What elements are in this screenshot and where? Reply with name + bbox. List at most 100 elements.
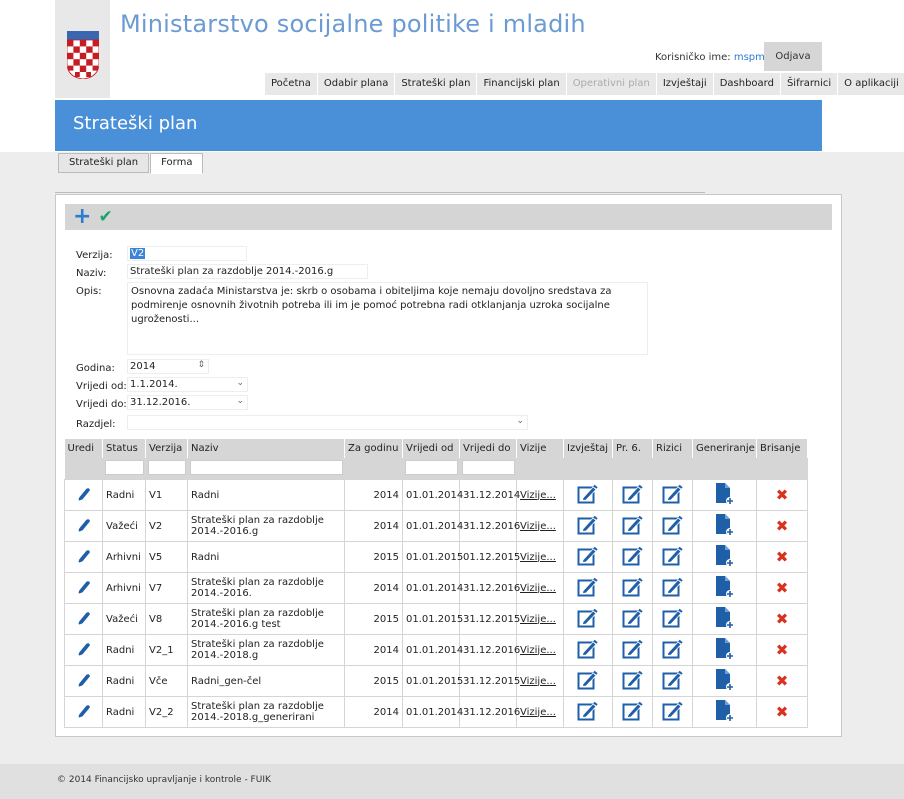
row-godina: 2014 <box>344 479 403 511</box>
generate-document-icon[interactable] <box>715 544 735 571</box>
vizije-link[interactable]: Vizije... <box>520 676 556 687</box>
nav-item-izvjestaji[interactable]: Izvještaji <box>655 73 713 95</box>
vrijedi-do-filter[interactable] <box>461 460 515 475</box>
chevron-down-icon[interactable]: ⌄ <box>236 378 244 388</box>
tab-forma[interactable]: Forma <box>150 153 204 174</box>
rizici-edit-icon[interactable] <box>662 670 684 693</box>
vrijedi-od-filter[interactable] <box>404 460 458 475</box>
razdjel-select[interactable]: ⌄ <box>127 415 528 430</box>
username[interactable]: mspm <box>734 52 765 63</box>
generate-document-icon[interactable] <box>715 668 735 695</box>
pr6-edit-icon[interactable] <box>622 670 644 693</box>
pr6-edit-icon[interactable] <box>622 639 644 662</box>
izvjestaj-edit-icon[interactable] <box>577 608 599 631</box>
table-row[interactable]: Radni V2_2 Strateški plan za razdoblje 201… <box>64 696 808 728</box>
edit-pencil-icon[interactable] <box>77 611 91 628</box>
rizici-edit-icon[interactable] <box>662 701 684 724</box>
edit-pencil-icon[interactable] <box>77 704 91 721</box>
generate-document-icon[interactable] <box>715 699 735 726</box>
edit-pencil-icon[interactable] <box>77 518 91 535</box>
nav-item-sifrarnici[interactable]: Šifrarnici <box>779 73 837 95</box>
delete-icon[interactable]: ✖ <box>776 641 789 659</box>
pr6-edit-icon[interactable] <box>622 577 644 600</box>
vizije-link[interactable]: Vizije... <box>520 583 556 594</box>
rizici-edit-icon[interactable] <box>662 484 684 507</box>
edit-pencil-icon[interactable] <box>77 642 91 659</box>
verzija-field[interactable]: V2 <box>127 246 247 261</box>
delete-icon[interactable]: ✖ <box>776 703 789 721</box>
nav-item-o-aplikaciji[interactable]: O aplikaciji <box>837 73 904 95</box>
naziv-filter[interactable] <box>189 460 343 475</box>
rizici-edit-icon[interactable] <box>662 546 684 569</box>
pr6-edit-icon[interactable] <box>622 701 644 724</box>
godina-spinner[interactable]: 2014 ⇕ <box>127 359 209 374</box>
nav-item-strateski-plan[interactable]: Strateški plan <box>394 73 476 95</box>
vizije-link[interactable]: Vizije... <box>520 552 556 563</box>
delete-icon[interactable]: ✖ <box>776 610 789 628</box>
table-row[interactable]: Radni Vče Radni_gen-čel 2015 01.01.2015 31.12… <box>64 665 808 697</box>
delete-icon[interactable]: ✖ <box>776 672 789 690</box>
vizije-link[interactable]: Vizije... <box>520 614 556 625</box>
row-status: Arhivni <box>102 572 146 604</box>
rizici-edit-icon[interactable] <box>662 639 684 662</box>
vizije-link[interactable]: Vizije... <box>520 645 556 656</box>
row-godina: 2014 <box>344 634 403 666</box>
edit-pencil-icon[interactable] <box>77 673 91 690</box>
rizici-edit-icon[interactable] <box>662 515 684 538</box>
delete-icon[interactable]: ✖ <box>776 486 789 504</box>
table-row[interactable]: Arhivni V7 Strateški plan za razdoblje 201… <box>64 572 808 604</box>
vizije-link[interactable]: Vizije... <box>520 521 556 532</box>
add-icon[interactable]: + <box>73 206 91 228</box>
table-row[interactable]: Radni V2_1 Strateški plan za razdoblje 201… <box>64 634 808 666</box>
table-row[interactable]: Važeći V8 Strateški plan za razdoblje 2014… <box>64 603 808 635</box>
table-row[interactable]: Arhivni V5 Radni 2015 01.01.2015 01.12.2015 Vi… <box>64 541 808 573</box>
nav-item-financijski-plan[interactable]: Financijski plan <box>476 73 565 95</box>
vrijedi-od-select[interactable]: 1.1.2014. ⌄ <box>127 377 248 392</box>
naziv-field[interactable]: Strateški plan za razdoblje 2014.-2016.g <box>127 264 368 279</box>
pr6-edit-icon[interactable] <box>622 515 644 538</box>
generate-document-icon[interactable] <box>715 637 735 664</box>
izvjestaj-edit-icon[interactable] <box>577 515 599 538</box>
pr6-edit-icon[interactable] <box>622 484 644 507</box>
rizici-edit-icon[interactable] <box>662 577 684 600</box>
izvjestaj-edit-icon[interactable] <box>577 670 599 693</box>
nav-item-odabir-plana[interactable]: Odabir plana <box>316 73 394 95</box>
opis-textarea[interactable]: Osnovna zadaća Ministarstva je: skrb o o… <box>127 282 648 355</box>
izvjestaj-edit-icon[interactable] <box>577 484 599 507</box>
rizici-edit-icon[interactable] <box>662 608 684 631</box>
generate-document-icon[interactable] <box>715 606 735 633</box>
delete-icon[interactable]: ✖ <box>776 579 789 597</box>
logout-button[interactable]: Odjava <box>764 42 822 71</box>
table-row[interactable]: Važeći V2 Strateški plan za razdoblje 2014… <box>64 510 808 542</box>
vizije-link[interactable]: Vizije... <box>520 707 556 718</box>
row-status: Važeći <box>102 603 146 635</box>
status-filter[interactable] <box>104 460 144 475</box>
izvjestaj-edit-icon[interactable] <box>577 701 599 724</box>
delete-icon[interactable]: ✖ <box>776 548 789 566</box>
tab-strateski-plan[interactable]: Strateški plan <box>58 153 150 173</box>
izvjestaj-edit-icon[interactable] <box>577 577 599 600</box>
generate-document-icon[interactable] <box>715 575 735 602</box>
izvjestaj-edit-icon[interactable] <box>577 639 599 662</box>
save-check-icon[interactable]: ✔ <box>98 208 112 226</box>
vrijedi-do-select[interactable]: 31.12.2016. ⌄ <box>127 395 248 410</box>
edit-pencil-icon[interactable] <box>77 487 91 504</box>
generate-document-icon[interactable] <box>715 482 735 509</box>
chevron-down-icon[interactable]: ⌄ <box>236 396 244 406</box>
nav-item-pocetna[interactable]: Početna <box>264 73 317 95</box>
spinner-arrows-icon[interactable]: ⇕ <box>197 360 205 370</box>
edit-pencil-icon[interactable] <box>77 549 91 566</box>
pr6-edit-icon[interactable] <box>622 546 644 569</box>
generate-document-icon[interactable] <box>715 513 735 540</box>
verzija-filter[interactable] <box>147 460 186 475</box>
pr6-edit-icon[interactable] <box>622 608 644 631</box>
godina-value: 2014 <box>130 361 156 372</box>
nav-item-dashboard[interactable]: Dashboard <box>712 73 780 95</box>
delete-icon[interactable]: ✖ <box>776 517 789 535</box>
edit-pencil-icon[interactable] <box>77 580 91 597</box>
table-row[interactable]: Radni V1 Radni 2014 01.01.2014 31.12.2014 Vizi… <box>64 479 808 511</box>
izvjestaj-edit-icon[interactable] <box>577 546 599 569</box>
form-panel: + ✔ Verzija: V2 Naziv: Strateški plan za… <box>55 194 842 737</box>
chevron-down-icon[interactable]: ⌄ <box>516 416 524 426</box>
vizije-link[interactable]: Vizije... <box>520 490 556 501</box>
